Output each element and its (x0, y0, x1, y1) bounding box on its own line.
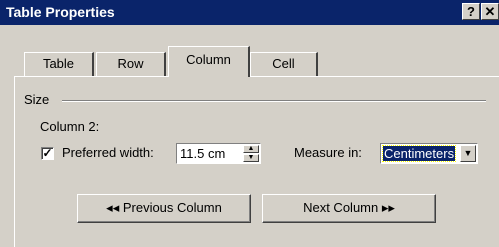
check-icon: ✓ (42, 146, 53, 160)
close-icon: ✕ (484, 4, 496, 19)
preferred-width-value: 11.5 cm (180, 146, 226, 161)
spin-up-icon[interactable]: ▲ (243, 145, 259, 153)
tab-cell[interactable]: Cell (250, 52, 318, 76)
size-group-divider (62, 100, 486, 102)
tab-row[interactable]: Row (96, 52, 166, 76)
preferred-width-checkbox[interactable]: ✓ (41, 147, 54, 160)
previous-column-button[interactable]: ◂◂ Previous Column (77, 194, 251, 223)
measure-in-value: Centimeters (381, 145, 457, 162)
preferred-width-input[interactable]: 11.5 cm ▲ ▼ (176, 143, 261, 164)
size-group-label: Size (24, 92, 54, 107)
column-label: Column 2: (40, 119, 100, 134)
measure-in-select[interactable]: Centimeters ▼ (380, 143, 478, 164)
close-button[interactable]: ✕ (481, 3, 499, 20)
next-column-button[interactable]: Next Column ▸▸ (262, 194, 436, 223)
spin-down-icon[interactable]: ▼ (243, 154, 259, 162)
measure-in-label: Measure in: (294, 145, 362, 160)
tab-table[interactable]: Table (24, 52, 94, 76)
tab-column[interactable]: Column (168, 46, 250, 77)
help-icon: ? (467, 4, 475, 19)
preferred-width-label: Preferred width: (62, 145, 154, 160)
help-button[interactable]: ? (462, 3, 480, 20)
chevron-down-icon[interactable]: ▼ (460, 145, 476, 162)
window-title: Table Properties (6, 4, 115, 20)
title-bar: Table Properties ? ✕ (0, 0, 499, 25)
tab-strip: Table Row Column Cell (14, 46, 499, 77)
preferred-width-spinner[interactable]: ▲ ▼ (243, 145, 259, 162)
